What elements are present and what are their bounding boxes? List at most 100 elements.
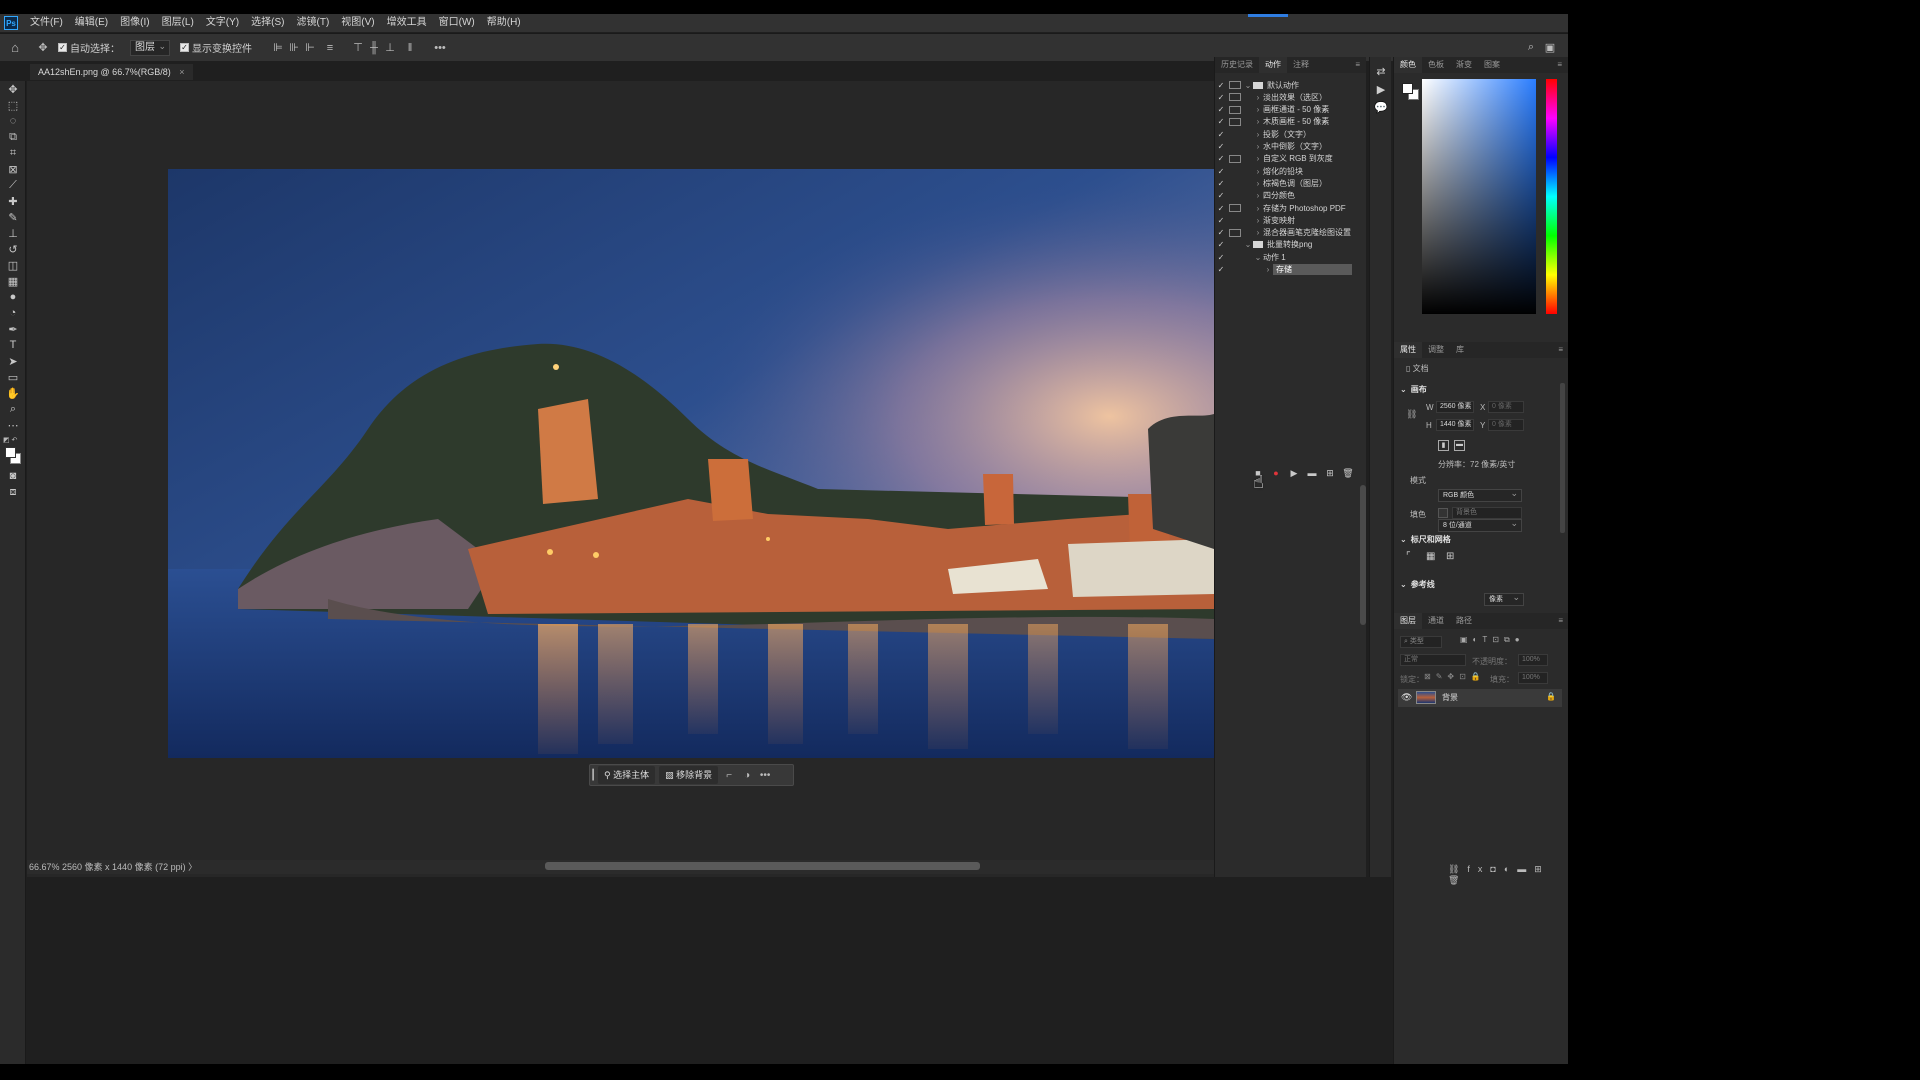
- healing-brush-tool-icon[interactable]: ✚: [0, 193, 26, 209]
- action-row[interactable]: ✓ › 存储: [1215, 264, 1367, 276]
- toggle-check-icon[interactable]: ✓: [1215, 117, 1227, 126]
- dialog-toggle-icon[interactable]: [1229, 105, 1241, 114]
- menu-edit[interactable]: 编辑(E): [69, 14, 114, 32]
- hue-slider[interactable]: [1546, 79, 1557, 314]
- action-row[interactable]: ✓ › 熔化的铅块: [1215, 165, 1367, 177]
- toggle-check-icon[interactable]: ✓: [1215, 191, 1227, 200]
- chevron-right-icon[interactable]: ›: [1253, 117, 1263, 126]
- chevron-down-icon[interactable]: ⌄: [1253, 253, 1263, 262]
- ruler-unit-dropdown[interactable]: 像素: [1484, 592, 1524, 606]
- panel-menu-icon[interactable]: ≡: [1349, 57, 1366, 73]
- lock-icon[interactable]: 🔒: [1546, 692, 1556, 701]
- auto-select-target-dropdown[interactable]: 图层: [130, 39, 170, 56]
- dialog-toggle-icon[interactable]: [1229, 266, 1241, 274]
- menu-select[interactable]: 选择(S): [245, 14, 290, 32]
- chevron-right-icon[interactable]: ›: [1253, 142, 1263, 151]
- dialog-toggle-icon[interactable]: [1229, 130, 1241, 138]
- layer-filter-input[interactable]: ⌕ 类型: [1400, 636, 1442, 648]
- action-row[interactable]: ✓ › 混合器画笔克隆绘图设置: [1215, 227, 1367, 239]
- dialog-toggle-icon[interactable]: [1229, 204, 1241, 212]
- swap-colors-icon[interactable]: ◩ ↶: [3, 436, 23, 444]
- action-row[interactable]: ✓ › 水中倒影（文字）: [1215, 141, 1367, 153]
- chevron-right-icon[interactable]: ›: [1253, 191, 1263, 200]
- toggle-check-icon[interactable]: ✓: [1215, 204, 1227, 213]
- delete-icon[interactable]: 🗑: [1339, 468, 1357, 479]
- dialog-toggle-icon[interactable]: [1229, 179, 1241, 187]
- menu-type[interactable]: 文字(Y): [200, 14, 245, 32]
- tab-notes[interactable]: 注释: [1287, 57, 1315, 73]
- dialog-toggle-icon[interactable]: [1229, 167, 1241, 175]
- frame-tool-icon[interactable]: ⊠: [0, 161, 26, 177]
- dodge-tool-icon[interactable]: ◔: [0, 305, 26, 321]
- transform-icon[interactable]: ⌐: [720, 770, 738, 781]
- toggle-check-icon[interactable]: ✓: [1215, 130, 1227, 139]
- rulers-section-title[interactable]: ⌄ 标尺和网格: [1400, 534, 1451, 545]
- eraser-tool-icon[interactable]: ◫: [0, 257, 26, 273]
- panel-menu-icon[interactable]: ≡: [1551, 57, 1568, 73]
- layer-row[interactable]: 👁 背景 🔒: [1398, 689, 1562, 707]
- more-options-icon[interactable]: •••: [428, 42, 452, 54]
- quick-mask-icon[interactable]: ◙: [0, 468, 26, 484]
- bit-depth-dropdown[interactable]: 8 位/通道: [1438, 518, 1522, 532]
- move-tool-icon[interactable]: ✥: [0, 81, 26, 97]
- chevron-right-icon[interactable]: ›: [1253, 154, 1263, 163]
- action-row[interactable]: ✓ ⌄ 批量转换png: [1215, 239, 1367, 251]
- dialog-toggle-icon[interactable]: [1229, 154, 1241, 163]
- type-tool-icon[interactable]: T: [0, 337, 26, 353]
- dialog-toggle-icon[interactable]: [1229, 143, 1241, 151]
- auto-select-checkbox[interactable]: ✓ 自动选择：: [58, 40, 120, 55]
- remove-background-button[interactable]: ▨ 移除背景: [659, 766, 719, 784]
- tab-color[interactable]: 颜色: [1394, 57, 1422, 73]
- visibility-eye-icon[interactable]: 👁: [1401, 692, 1412, 703]
- actions-scrollbar[interactable]: [1360, 485, 1366, 625]
- screen-mode-icon[interactable]: ⧈: [0, 484, 26, 500]
- dialog-toggle-icon[interactable]: [1229, 93, 1241, 102]
- tab-libraries[interactable]: 库: [1450, 342, 1470, 358]
- dialog-toggle-icon[interactable]: [1229, 253, 1241, 261]
- action-row[interactable]: ✓ ⌄ 默认动作: [1215, 79, 1367, 91]
- chevron-right-icon[interactable]: ›: [1253, 130, 1263, 139]
- dialog-toggle-icon[interactable]: [1229, 241, 1241, 249]
- toggle-check-icon[interactable]: ✓: [1215, 142, 1227, 151]
- workspace-icon[interactable]: ▣: [1543, 41, 1557, 54]
- shape-tool-icon[interactable]: ▭: [0, 369, 26, 385]
- mode-dropdown[interactable]: RGB 颜色: [1438, 488, 1522, 502]
- history-panel-icon[interactable]: ⇄: [1370, 63, 1392, 81]
- lasso-tool-icon[interactable]: ◌: [0, 113, 26, 129]
- menu-filter[interactable]: 滤镜(T): [291, 14, 336, 32]
- pen-tool-icon[interactable]: ✒: [0, 321, 26, 337]
- dialog-toggle-icon[interactable]: [1229, 117, 1241, 126]
- toggle-check-icon[interactable]: ✓: [1215, 167, 1227, 176]
- menu-help[interactable]: 帮助(H): [481, 14, 527, 32]
- fill-opacity-field[interactable]: 100%: [1518, 672, 1548, 684]
- menu-image[interactable]: 图像(I): [114, 14, 155, 32]
- chevron-right-icon[interactable]: ›: [1253, 93, 1263, 102]
- action-row[interactable]: ✓ › 画框通道 - 50 像素: [1215, 104, 1367, 116]
- show-transform-checkbox[interactable]: ✓ 显示变换控件: [180, 40, 252, 55]
- tab-paths[interactable]: 路径: [1450, 613, 1478, 629]
- toggle-check-icon[interactable]: ✓: [1215, 93, 1227, 102]
- distribute-icon[interactable]: ≡: [322, 42, 338, 54]
- tab-actions[interactable]: 动作: [1259, 57, 1287, 73]
- distribute-vertical-icon[interactable]: ‖: [402, 42, 418, 54]
- actions-panel-icon[interactable]: ▶: [1370, 81, 1392, 99]
- toggle-check-icon[interactable]: ✓: [1215, 240, 1227, 249]
- tab-close-icon[interactable]: ×: [179, 67, 184, 77]
- toggle-check-icon[interactable]: ✓: [1215, 81, 1227, 90]
- tab-history[interactable]: 历史记录: [1215, 57, 1259, 73]
- properties-scrollbar[interactable]: [1560, 383, 1565, 533]
- toggle-check-icon[interactable]: ✓: [1215, 179, 1227, 188]
- menu-plugins[interactable]: 增效工具: [381, 14, 433, 32]
- document-tab[interactable]: AA12shEn.png @ 66.7%(RGB/8) ×: [30, 64, 193, 80]
- layers-footer-icons[interactable]: ⛓fx◘◐▬⊞🗑: [1448, 864, 1568, 886]
- guides-section-title[interactable]: ⌄ 参考线: [1400, 579, 1435, 590]
- action-row[interactable]: ✓ › 棕褐色调（图层）: [1215, 177, 1367, 189]
- chevron-right-icon[interactable]: ›: [1253, 179, 1263, 188]
- opacity-field[interactable]: 100%: [1518, 654, 1548, 666]
- layer-filter-icons[interactable]: ▣◐T⊡⧉●: [1460, 635, 1525, 645]
- gradient-tool-icon[interactable]: ▦: [0, 273, 26, 289]
- toggle-check-icon[interactable]: ✓: [1215, 253, 1227, 262]
- toggle-check-icon[interactable]: ✓: [1215, 154, 1227, 163]
- orientation-portrait-icon[interactable]: ▮: [1438, 440, 1449, 451]
- home-icon[interactable]: ⌂: [0, 40, 30, 55]
